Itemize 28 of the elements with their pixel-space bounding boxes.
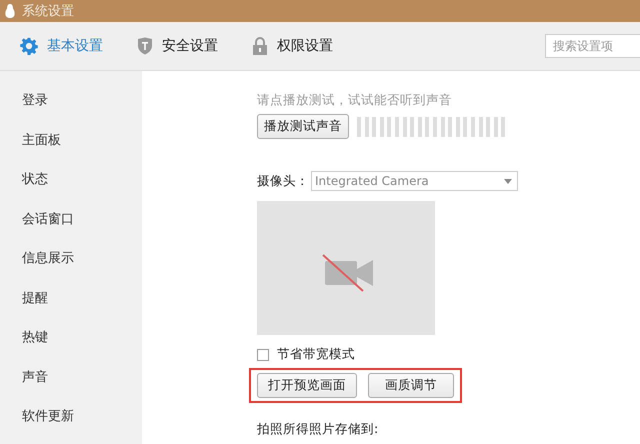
caret-icon [504, 178, 512, 184]
checkbox-label: 节省带宽模式 [277, 346, 355, 363]
lock-icon [252, 37, 268, 55]
gear-icon [20, 37, 38, 55]
tab[interactable]: 基本设置 [20, 37, 103, 55]
storage-label: 拍照所得照片存储到: [257, 421, 380, 436]
window-title: 系统设置 [22, 3, 74, 20]
camera-label: 摄像头： [257, 172, 309, 190]
sidebar-item[interactable]: 提醒 [0, 278, 142, 318]
sidebar-item[interactable]: 声音 [0, 358, 142, 397]
tab[interactable]: 权限设置 [252, 37, 333, 55]
search-field[interactable]: 搜索设置项 [545, 34, 640, 58]
tab[interactable]: 安全设置 [137, 37, 218, 55]
shield-icon [137, 37, 153, 55]
preview-button[interactable]: 打开预览画面 [257, 373, 357, 398]
sidebar-item[interactable]: 热键 [0, 318, 142, 358]
checkbox[interactable] [257, 348, 269, 360]
sidebar-item[interactable]: 信息展示 [0, 239, 142, 278]
sidebar-item[interactable]: 主面板 [0, 120, 142, 160]
hint-text: 请点播放测试，试试能否听到声音 [257, 92, 453, 109]
play-test-button[interactable]: 播放测试声音 [257, 114, 349, 139]
sidebar-item[interactable]: 会话窗口 [0, 200, 142, 239]
penguin-icon [4, 3, 16, 19]
camera-dropdown[interactable]: Integrated Camera [311, 171, 518, 191]
quality-button[interactable]: 画质调节 [368, 373, 454, 398]
sidebar-item[interactable]: 状态 [0, 160, 142, 200]
sidebar-item[interactable]: 登录 [0, 81, 142, 120]
sidebar-item[interactable]: 软件更新 [0, 397, 142, 436]
